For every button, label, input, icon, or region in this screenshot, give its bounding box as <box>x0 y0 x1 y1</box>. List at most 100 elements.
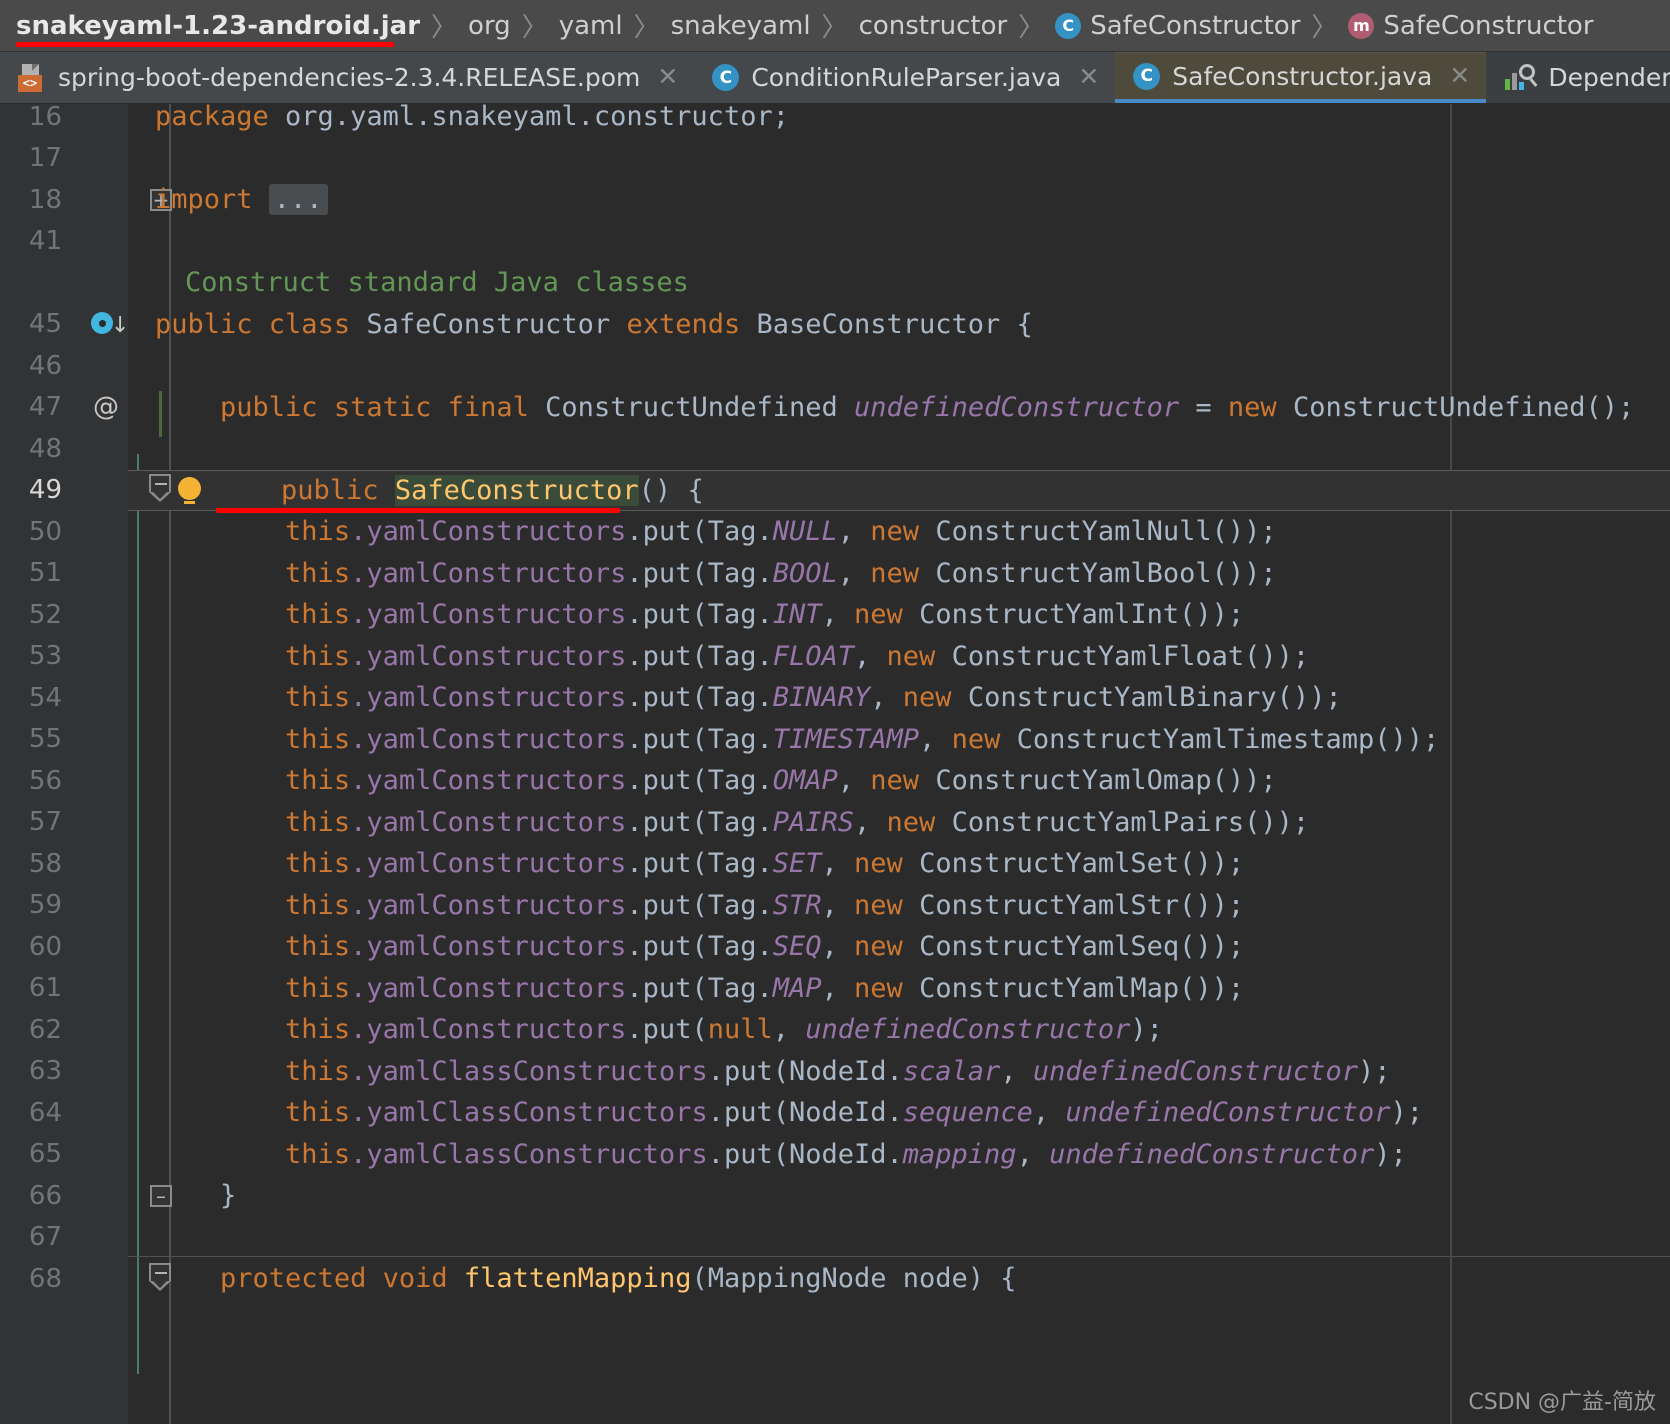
code-token: ConstructYamlBool()); <box>935 557 1277 589</box>
code-line[interactable]: 58 this .yamlConstructors .put(Tag. SET, ne… <box>0 843 1670 885</box>
code-token: SEQ <box>772 931 822 963</box>
code-line[interactable]: 45 ↓ public class SafeConstructor extends … <box>0 304 1670 346</box>
tab-dependency-analyzer[interactable]: Dependency Analyzer ✕ <box>1486 52 1670 103</box>
code-line[interactable]: 61 this .yamlConstructors .put(Tag. MAP, ne… <box>0 968 1670 1010</box>
code-token: , <box>821 972 855 1004</box>
code-line[interactable]: 53 this .yamlConstructors .put(Tag. FLOAT, … <box>0 636 1670 678</box>
close-icon[interactable]: ✕ <box>1449 63 1470 89</box>
code-token: new <box>854 972 920 1004</box>
close-icon[interactable]: ✕ <box>657 65 678 90</box>
code-line[interactable]: 54 this .yamlConstructors .put(Tag. BINARY,… <box>0 677 1670 719</box>
code-line[interactable]: 62 this .yamlConstructors .put(null, undef… <box>0 1009 1670 1051</box>
code-line[interactable]: 65 this .yamlClassConstructors .put(NodeId… <box>0 1134 1670 1176</box>
code-token: , <box>919 723 952 755</box>
code-token: SET <box>772 848 822 880</box>
code-token: package <box>155 104 286 133</box>
code-line[interactable]: 17 <box>0 138 1670 180</box>
code-line[interactable]: Construct standard Java classes <box>0 262 1670 304</box>
java-class-icon: C <box>712 64 740 91</box>
code-line[interactable]: 47 @ public static final ConstructUndefin… <box>0 387 1670 429</box>
code-line[interactable]: 68 protected void flattenMapping (Mapping… <box>0 1258 1670 1300</box>
breadcrumb-item-jar[interactable]: snakeyaml-1.23-android.jar <box>16 11 420 41</box>
code-token: void <box>382 1263 464 1295</box>
breadcrumb-item-snakeyaml[interactable]: snakeyaml <box>671 11 811 41</box>
code-text: this .yamlConstructors .put(Tag. BOOL, new … <box>155 553 1277 595</box>
code-text: this .yamlConstructors .put(Tag. FLOAT, new… <box>155 636 1309 678</box>
breadcrumb-red-underline-annotation <box>16 42 394 47</box>
code-token: this <box>285 1138 351 1170</box>
tab-condition-rule-parser[interactable]: C ConditionRuleParser.java ✕ <box>694 52 1116 103</box>
code-line[interactable]: 63 this .yamlClassConstructors .put(NodeId… <box>0 1051 1670 1093</box>
line-number: 53 <box>28 641 62 672</box>
line-number: 50 <box>28 516 62 547</box>
breadcrumb-separator: 〉 <box>431 13 458 43</box>
code-text: public SafeConstructor() { <box>216 470 704 512</box>
intention-bulb-icon[interactable] <box>174 470 204 512</box>
code-line[interactable]: 56 this .yamlConstructors .put(Tag. OMAP, n… <box>0 760 1670 802</box>
code-token: , <box>1016 1138 1050 1170</box>
code-token: BaseConstructor { <box>756 308 1033 340</box>
tab-spring-boot-dependencies-pom[interactable]: <> spring-boot-dependencies-2.3.4.RELEAS… <box>0 52 695 103</box>
code-line[interactable]: 60 this .yamlConstructors .put(Tag. SEQ, ne… <box>0 926 1670 968</box>
code-token: ConstructYamlPairs()); <box>951 806 1310 838</box>
code-token: .put(NodeId. <box>707 1055 903 1087</box>
code-token: new <box>854 931 920 963</box>
code-line[interactable]: 52 this .yamlConstructors .put(Tag. INT, ne… <box>0 594 1670 636</box>
fold-collapse-icon[interactable] <box>148 470 174 512</box>
code-line[interactable]: 49 public SafeConstructor() { <box>0 470 1670 512</box>
code-lines-container[interactable]: 16 package org.yaml.snakeyaml.constructor… <box>0 104 1670 1424</box>
breadcrumb-item-method[interactable]: m SafeConstructor <box>1348 11 1594 41</box>
method-icon: m <box>1348 12 1375 39</box>
code-line[interactable]: 66– } <box>0 1175 1670 1217</box>
code-text: this .yamlConstructors .put(Tag. STR, new C… <box>155 885 1244 927</box>
code-line[interactable]: 64 this .yamlClassConstructors .put(NodeId… <box>0 1092 1670 1134</box>
code-token: new <box>854 889 920 921</box>
breadcrumb-item-org[interactable]: org <box>468 11 511 41</box>
breadcrumb-item-class[interactable]: C SafeConstructor <box>1055 11 1300 41</box>
code-line[interactable]: 46 <box>0 345 1670 387</box>
code-token: null <box>707 1014 773 1046</box>
implemented-method-icon[interactable]: ↓ <box>88 304 129 346</box>
code-token: .yamlClassConstructors <box>350 1055 708 1087</box>
breadcrumb-item-constructor[interactable]: constructor <box>859 11 1008 41</box>
code-token: MAP <box>772 972 822 1004</box>
code-line[interactable]: 51 this .yamlConstructors .put(Tag. BOOL, n… <box>0 553 1670 595</box>
line-number: 66 <box>28 1180 62 1211</box>
tab-safe-constructor[interactable]: C SafeConstructor.java ✕ <box>1115 52 1487 103</box>
code-token: INT <box>772 599 822 631</box>
code-token: .yamlConstructors <box>350 682 627 714</box>
code-token: ConstructUndefined <box>545 391 855 423</box>
code-token: ConstructYamlBinary()); <box>967 682 1342 714</box>
code-token: this <box>285 806 351 838</box>
code-token: static <box>333 391 448 423</box>
code-token: , <box>821 931 855 963</box>
line-number: 56 <box>28 765 62 796</box>
code-editor[interactable]: 16 package org.yaml.snakeyaml.constructor… <box>0 104 1670 1424</box>
code-token: .yamlClassConstructors <box>350 1138 708 1170</box>
maven-pom-icon: <> <box>18 63 46 92</box>
code-line[interactable]: 16 package org.yaml.snakeyaml.constructor… <box>0 104 1670 138</box>
code-text: this .yamlConstructors .put(Tag. SET, new C… <box>155 843 1244 885</box>
code-line[interactable]: 41 <box>0 221 1670 263</box>
breadcrumb-item-yaml[interactable]: yaml <box>559 11 623 41</box>
code-text: this .yamlConstructors .put(Tag. NULL, new … <box>155 511 1277 553</box>
code-token: = <box>1179 391 1228 423</box>
close-icon[interactable]: ✕ <box>1078 65 1099 90</box>
method-separator-line <box>128 1256 1670 1257</box>
code-line[interactable]: 50 this .yamlConstructors .put(Tag. NULL, n… <box>0 511 1670 553</box>
code-line[interactable]: 48 <box>0 428 1670 470</box>
code-text: this .yamlConstructors .put(Tag. BINARY, ne… <box>155 677 1342 719</box>
line-number <box>0 262 62 304</box>
editor-tab-bar: <> spring-boot-dependencies-2.3.4.RELEAS… <box>0 52 1670 104</box>
annotation-marker-icon[interactable]: @ <box>88 387 124 429</box>
code-line[interactable]: 18 + import ... <box>0 179 1670 221</box>
code-line[interactable]: 57 this .yamlConstructors .put(Tag. PAIRS, … <box>0 802 1670 844</box>
breadcrumb-label: snakeyaml <box>670 10 811 41</box>
code-line[interactable]: 59 this .yamlConstructors .put(Tag. STR, ne… <box>0 885 1670 927</box>
line-number: 18 <box>28 184 62 215</box>
folded-imports-chip[interactable]: ... <box>268 184 328 216</box>
code-line[interactable]: 55 this .yamlConstructors .put(Tag. TIMESTA… <box>0 719 1670 761</box>
code-line[interactable]: 67 <box>0 1217 1670 1259</box>
